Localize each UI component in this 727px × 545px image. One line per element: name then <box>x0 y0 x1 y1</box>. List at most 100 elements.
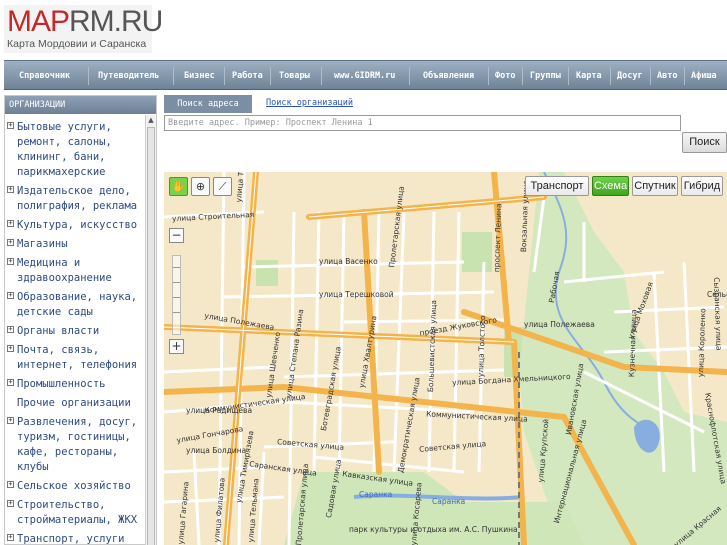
sidebar-category-label: Медицина и здравоохранение <box>17 257 112 284</box>
ruler-icon[interactable]: ⟋ <box>213 177 232 196</box>
hand-tool-icon[interactable]: ✋ <box>169 177 188 196</box>
expand-icon[interactable]: + <box>7 417 14 424</box>
sidebar-category-item[interactable]: + Промышленность <box>5 377 145 392</box>
sidebar-category-label: Транспорт, услуги <box>17 533 125 545</box>
nav-separator <box>88 67 89 85</box>
sidebar-category-label: Сельское хозяйство <box>17 480 131 492</box>
sidebar-scrollbar[interactable]: ▲ <box>145 115 156 545</box>
expand-icon[interactable]: + <box>7 326 14 333</box>
nav-separator <box>610 67 611 85</box>
nav-separator <box>650 67 651 85</box>
nav-item-biznes[interactable]: Бизнес <box>184 61 215 91</box>
nav-item-putevoditel[interactable]: Путеводитель <box>98 61 159 91</box>
category-list: + Бытовые услуги, ремонт, салоны, клининг… <box>5 120 145 545</box>
sidebar-category-label: Бытовые услуги, ремонт, салоны, клининг,… <box>17 121 112 178</box>
sidebar-category-label: Промышленность <box>17 378 106 390</box>
street-label: улица Васенко <box>319 257 378 266</box>
nav-separator <box>224 67 225 85</box>
sidebar-category-item[interactable]: + Почта, связь, интернет, телефония <box>5 343 145 373</box>
map-canvas <box>164 172 727 545</box>
expand-icon[interactable]: + <box>7 534 14 541</box>
river-label: Саранка <box>359 490 393 499</box>
layer-hybrid-button[interactable]: Гибрид <box>681 176 723 196</box>
expand-icon[interactable]: + <box>7 292 14 299</box>
expand-icon[interactable]: + <box>7 379 14 386</box>
nav-item-foto[interactable]: Фото <box>495 61 515 91</box>
nav-item-rabota[interactable]: Работа <box>232 61 263 91</box>
street-label: улица Терешковой <box>319 290 394 299</box>
sidebar-category-item[interactable]: + Развлечения, досуг, туризм, гостиницы, … <box>5 415 145 475</box>
sidebar-category-item[interactable]: + Издательское дело, полиграфия, реклама <box>5 184 145 214</box>
scroll-up-icon[interactable]: ▲ <box>146 115 156 126</box>
zoom-tick <box>173 312 180 313</box>
nav-separator <box>522 67 523 85</box>
sidebar-category-item[interactable]: Прочие организации <box>5 396 145 411</box>
park-area <box>256 260 278 286</box>
tab-address-search[interactable]: Поиск адреса <box>164 95 252 113</box>
sidebar-category-label: Прочие организации <box>17 397 131 409</box>
logo-domain-text: RM.RU <box>69 5 163 38</box>
sidebar-category-item[interactable]: + Транспорт, услуги <box>5 532 145 545</box>
sidebar-category-item[interactable]: + Медицина и здравоохранение <box>5 256 145 286</box>
layer-transport-button[interactable]: Транспорт <box>525 176 589 196</box>
nav-separator <box>684 67 685 85</box>
main-nav: Справочник Путеводитель Бизнес Работа То… <box>4 60 727 90</box>
logo-map-text: MAP <box>7 5 70 38</box>
sidebar-category-item[interactable]: + Сельское хозяйство <box>5 479 145 494</box>
nav-separator <box>488 67 489 85</box>
layer-scheme-button[interactable]: Схема <box>592 176 629 196</box>
expand-icon[interactable]: + <box>7 258 14 265</box>
sidebar-category-item[interactable]: + Строительство, стройматериалы, ЖКХ <box>5 498 145 528</box>
logo-wordmark: MAPRM.RU <box>7 5 163 39</box>
park-area <box>462 232 492 272</box>
search-button[interactable]: Поиск <box>682 132 727 153</box>
expand-icon[interactable]: + <box>7 186 14 193</box>
sidebar-category-label: Развлечения, досуг, туризм, гостиницы, к… <box>17 416 138 473</box>
layer-satellite-button[interactable]: Спутник <box>632 176 678 196</box>
expand-icon[interactable]: + <box>7 220 14 227</box>
expand-icon[interactable]: + <box>7 239 14 246</box>
site-logo[interactable]: MAPRM.RU Карта Мордовии и Саранска <box>4 5 163 53</box>
nav-item-gruppy[interactable]: Группы <box>530 61 561 91</box>
river-label: Саранка <box>432 497 466 506</box>
sidebar-category-label: Культура, искусство <box>17 219 138 231</box>
sidebar-category-label: Строительство, стройматериалы, ЖКХ <box>17 499 138 526</box>
nav-item-obyavleniya[interactable]: Объявления <box>423 61 474 91</box>
sidebar-title: ОРГАНИЗАЦИИ <box>5 96 156 114</box>
zoom-in-button[interactable]: + <box>169 339 184 354</box>
street-label: улица Болдина <box>186 446 247 455</box>
nav-separator <box>568 67 569 85</box>
zoom-area-icon[interactable]: ⊕ <box>191 177 210 196</box>
sidebar-category-label: Магазины <box>17 238 68 250</box>
address-search-input[interactable]: Введите адрес. Пример: Проспект Ленина 1 <box>164 115 681 131</box>
nav-separator <box>409 67 410 85</box>
sidebar-category-item[interactable]: + Культура, искусство <box>5 218 145 233</box>
zoom-out-button[interactable]: − <box>169 228 184 243</box>
tab-org-search[interactable]: Поиск организаций <box>266 98 353 108</box>
nav-separator <box>321 67 322 85</box>
nav-separator <box>173 67 174 85</box>
sidebar-category-label: Образование, наука, детские сады <box>17 291 138 318</box>
nav-item-avto[interactable]: Авто <box>657 61 677 91</box>
city-map[interactable]: улица Строительная улица Титова улица Ва… <box>164 172 727 545</box>
sidebar-category-item[interactable]: + Магазины <box>5 237 145 252</box>
expand-icon[interactable]: + <box>7 122 14 129</box>
nav-item-spravochnik[interactable]: Справочник <box>19 61 70 91</box>
nav-item-dosug[interactable]: Досуг <box>617 61 643 91</box>
nav-item-tovary[interactable]: Товары <box>279 61 310 91</box>
sidebar-category-item[interactable]: + Образование, наука, детские сады <box>5 290 145 320</box>
expand-icon[interactable]: + <box>7 500 14 507</box>
scrollbar-thumb[interactable] <box>147 127 155 545</box>
street-label: Сельская <box>707 290 727 299</box>
sidebar-category-label: Почта, связь, интернет, телефония <box>17 344 138 371</box>
expand-icon[interactable]: + <box>7 345 14 352</box>
sidebar-category-item[interactable]: + Бытовые услуги, ремонт, салоны, клининг… <box>5 120 145 180</box>
nav-item-karta[interactable]: Карта <box>576 61 602 91</box>
nav-item-gidrm[interactable]: www.GIDRM.ru <box>334 61 395 91</box>
street-label: улица Полежаева <box>524 320 595 329</box>
expand-icon[interactable]: + <box>7 481 14 488</box>
zoom-tick <box>173 282 180 283</box>
nav-item-afisha[interactable]: Афиша <box>691 61 717 91</box>
sidebar-category-label: Органы власти <box>17 325 100 337</box>
sidebar-category-item[interactable]: + Органы власти <box>5 324 145 339</box>
